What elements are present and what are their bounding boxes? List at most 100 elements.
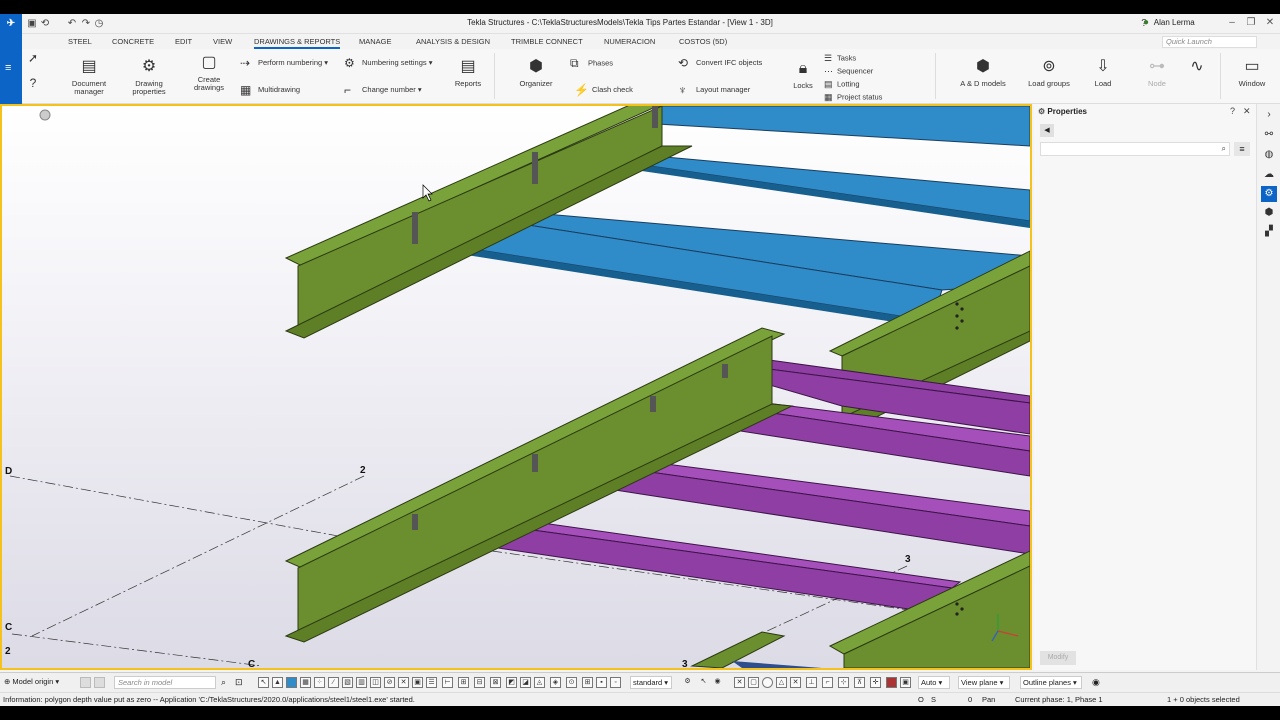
snap-mid-icon[interactable]: ◦ <box>610 677 621 688</box>
snap-extension-icon[interactable]: ⊼ <box>854 677 865 688</box>
snap-settings-icon[interactable]: ⚙ <box>682 677 693 688</box>
hamburger-icon[interactable]: ≡ <box>5 62 11 74</box>
select-reinforcement-icon[interactable]: ✕ <box>398 677 409 688</box>
select-connections-icon[interactable]: ⊢ <box>442 677 453 688</box>
list-view-icon[interactable]: ≡ <box>1234 142 1250 156</box>
clash-check-button[interactable]: ⚡ Clash check <box>574 83 633 97</box>
minimize-icon[interactable]: – <box>1224 17 1240 28</box>
tab-manage[interactable]: MANAGE <box>359 37 392 46</box>
zoom-search-icon[interactable]: ⊡ <box>235 677 243 688</box>
girder-green-bottom[interactable] <box>690 631 822 668</box>
load-groups-button[interactable]: ⊚ Load groups <box>1024 57 1074 88</box>
snap-free-icon[interactable]: ✛ <box>870 677 881 688</box>
select-points-icon[interactable]: ⁘ <box>314 677 325 688</box>
expand-arrow-icon[interactable]: › <box>1261 107 1277 123</box>
standard-dropdown[interactable]: standard ▾ <box>630 676 672 689</box>
snap-any-icon[interactable]: ⊹ <box>838 677 849 688</box>
snap-center-icon[interactable]: ⊙ <box>566 677 577 688</box>
back-arrow-icon[interactable]: ◀ <box>1040 124 1054 137</box>
window-button[interactable]: ▭ Window <box>1230 57 1274 88</box>
select-grid-icon[interactable]: ▦ <box>300 677 311 688</box>
auto-dropdown[interactable]: Auto ▾ <box>918 676 950 689</box>
help-tool-icon[interactable]: ? <box>24 77 42 89</box>
tab-trimble-connect[interactable]: TRIMBLE CONNECT <box>511 37 583 46</box>
globe-icon[interactable]: ◍ <box>1261 147 1277 163</box>
select-objects-icon[interactable]: ☰ <box>426 677 437 688</box>
layout-manager-button[interactable]: ♆ Layout manager <box>678 83 750 97</box>
cloud-icon[interactable]: ☁ <box>1261 167 1277 183</box>
toggle-icon-2[interactable] <box>94 677 105 688</box>
lotting-button[interactable]: ▤ Lotting <box>824 79 860 90</box>
select-tool-icon[interactable]: ➚ <box>24 52 42 64</box>
convert-ifc-button[interactable]: ⟲ Convert IFC objects <box>678 56 762 70</box>
select-beams-icon[interactable] <box>286 677 297 688</box>
tab-edit[interactable]: EDIT <box>175 37 192 46</box>
ortho-indicator[interactable]: O <box>918 695 924 704</box>
close-icon[interactable]: ✕ <box>1262 17 1278 28</box>
select-cuts-icon[interactable]: ⊘ <box>384 677 395 688</box>
change-number-button[interactable]: ⌐ Change number ▾ <box>344 83 422 97</box>
restore-icon[interactable]: ❐ <box>1243 17 1259 28</box>
document-manager-button[interactable]: ▤ Document manager <box>64 57 114 96</box>
create-drawings-button[interactable]: ▢ Create drawings <box>184 53 234 92</box>
ad-models-button[interactable]: ⬢ A & D models <box>956 57 1010 88</box>
model-view-3d[interactable]: D 2 C 2 C 3 3 <box>0 104 1032 670</box>
connection-icon[interactable]: ⚯ <box>1261 127 1277 143</box>
components-icon[interactable]: ▞ <box>1261 224 1277 240</box>
snap-override-icon[interactable] <box>886 677 897 688</box>
snap-circle-icon[interactable] <box>762 677 773 688</box>
outline-planes-dropdown[interactable]: Outline planes ▾ <box>1020 676 1082 689</box>
drawing-properties-button[interactable]: ⚙ Drawing properties <box>124 57 174 96</box>
smart-select-indicator[interactable]: S <box>931 695 936 704</box>
organizer-button[interactable]: ⬢ Organizer <box>514 57 558 88</box>
select-welds-icon[interactable]: ▧ <box>342 677 353 688</box>
select-assembly-icon[interactable]: ▣ <box>412 677 423 688</box>
snap-line-icon[interactable]: ⌐ <box>822 677 833 688</box>
snap-triangle-icon[interactable]: △ <box>776 677 787 688</box>
search-icon[interactable]: ⌕ <box>221 677 226 688</box>
select-all-icon[interactable]: ↖ <box>258 677 269 688</box>
node-button[interactable]: ⊶ Node <box>1140 57 1174 88</box>
search-icon[interactable]: ⌕ <box>1222 144 1226 154</box>
cube-icon[interactable]: ⬢ <box>1261 205 1277 221</box>
select-parts-icon[interactable]: ▲ <box>272 677 283 688</box>
beam-blue-1[interactable] <box>656 106 1030 147</box>
view-plane-dropdown[interactable]: View plane ▾ <box>958 676 1010 689</box>
tab-concrete[interactable]: CONCRETE <box>112 37 154 46</box>
tab-drawings-reports[interactable]: DRAWINGS & REPORTS <box>254 37 341 49</box>
user-account[interactable]: ● Alan Lerma <box>1140 17 1195 28</box>
select-plates-icon[interactable]: ▥ <box>356 677 367 688</box>
load-button[interactable]: ⇩ Load <box>1086 57 1120 88</box>
perform-numbering-button[interactable]: ⇢ Perform numbering ▾ <box>240 56 328 70</box>
tasks-button[interactable]: ☰ Tasks <box>824 53 856 64</box>
snap-end-icon[interactable]: ▪ <box>596 677 607 688</box>
snap-cross-icon[interactable]: ✕ <box>790 677 801 688</box>
model-origin-dropdown[interactable]: ⊕ Model origin ▾ <box>4 677 59 686</box>
snap-reference-icon[interactable]: ✕ <box>734 677 745 688</box>
select-planes-icon[interactable]: ◪ <box>520 677 531 688</box>
reports-button[interactable]: ▤ Reports <box>448 57 488 88</box>
numbering-settings-button[interactable]: ⚙ Numbering settings ▾ <box>344 56 432 70</box>
select-details-icon[interactable]: ⊟ <box>474 677 485 688</box>
eye-icon[interactable]: ◉ <box>1092 677 1100 688</box>
properties-gear-icon[interactable]: ⚙ <box>1261 186 1277 202</box>
snap-perpendicular-icon[interactable]: ⊥ <box>806 677 817 688</box>
tab-costos[interactable]: COSTOS (5D) <box>679 37 727 46</box>
snap-grid-icon[interactable]: ⊞ <box>582 677 593 688</box>
tab-numeracion[interactable]: NUMERACION <box>604 37 655 46</box>
phases-button[interactable]: ⧉ Phases <box>570 56 613 71</box>
properties-help-icon[interactable]: ? <box>1230 106 1235 116</box>
tab-steel[interactable]: STEEL <box>68 37 92 46</box>
tab-view[interactable]: VIEW <box>213 37 232 46</box>
quick-launch-input[interactable]: Quick Launch <box>1162 36 1257 48</box>
select-components-icon[interactable]: ⊞ <box>458 677 469 688</box>
project-status-button[interactable]: ▦ Project status <box>824 92 882 103</box>
select-views-icon[interactable]: ◩ <box>506 677 517 688</box>
select-surface-icon[interactable]: ◬ <box>534 677 545 688</box>
search-model-input[interactable]: Search in model <box>114 676 216 689</box>
sequencer-button[interactable]: ⋯ Sequencer <box>824 66 873 77</box>
model-canvas[interactable]: D 2 C 2 C 3 3 <box>2 106 1030 668</box>
locks-button[interactable]: 🔒︎ Locks <box>786 59 820 90</box>
snap-stop-icon[interactable]: ▣ <box>900 677 911 688</box>
properties-search-input[interactable]: ⌕ <box>1040 142 1230 156</box>
